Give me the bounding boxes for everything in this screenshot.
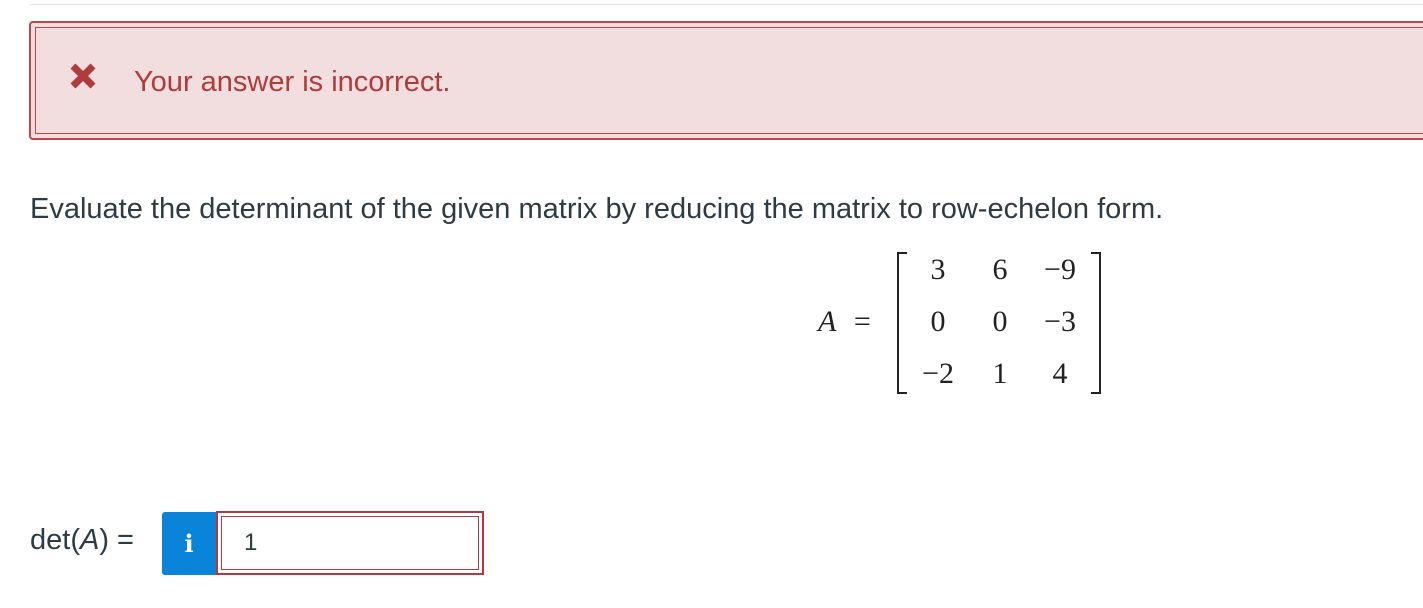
matrix-cell: −2 (922, 357, 954, 390)
matrix-cell: −3 (1044, 305, 1076, 338)
x-mark-icon (70, 63, 96, 89)
question-text: Evaluate the determinant of the given ma… (30, 193, 1164, 225)
answer-input[interactable] (222, 517, 472, 569)
matrix-cell: 0 (930, 305, 946, 338)
determinant-label: det(A) = (30, 520, 134, 560)
det-label-prefix: det( (30, 524, 80, 556)
det-label-var: A (79, 524, 100, 556)
alert-message: Your answer is incorrect. (134, 66, 451, 98)
matrix-name: A (818, 305, 837, 338)
info-icon[interactable]: i (162, 512, 216, 575)
matrix-label: A = (818, 302, 871, 342)
matrix-cell: −9 (1044, 253, 1076, 286)
det-label-suffix: ) = (99, 524, 134, 556)
matrix-cell: 3 (930, 253, 946, 286)
matrix-cell: 4 (1052, 357, 1068, 390)
matrix-cell: 6 (992, 253, 1008, 286)
matrix-left-bracket (897, 252, 907, 394)
top-divider (30, 4, 1423, 5)
matrix-equals: = (853, 305, 871, 338)
matrix-right-bracket (1091, 252, 1101, 394)
answer-input-field[interactable] (216, 511, 484, 575)
matrix-cell: 0 (992, 305, 1008, 338)
matrix-cell: 1 (992, 357, 1008, 390)
